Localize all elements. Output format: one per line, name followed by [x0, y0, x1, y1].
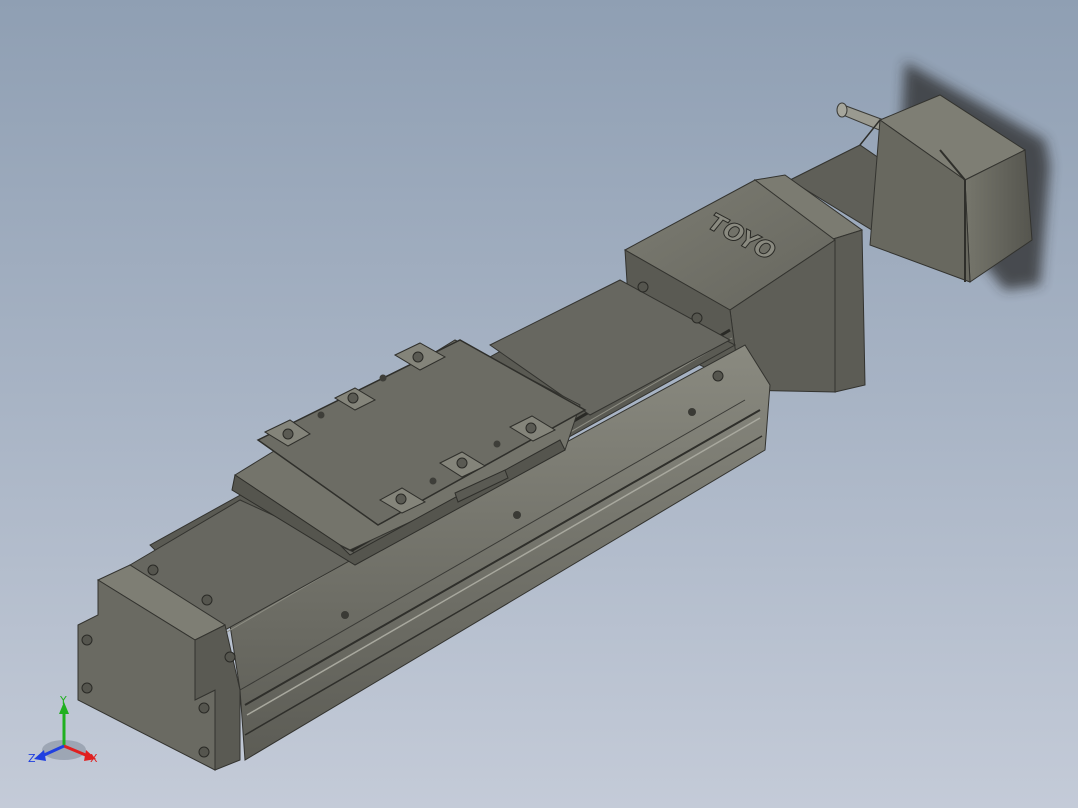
- mount-hole: [525, 422, 537, 434]
- mount-hole: [456, 457, 468, 469]
- linear-actuator-model[interactable]: TOYO: [0, 0, 1078, 808]
- 3d-viewport[interactable]: TOYO Y X Z: [0, 0, 1078, 808]
- mount-hole: [347, 392, 359, 404]
- x-axis-label: X: [90, 752, 98, 765]
- side-hole: [688, 408, 696, 416]
- mount-hole: [282, 428, 294, 440]
- z-axis-arrow: [34, 750, 46, 761]
- side-hole: [513, 511, 521, 519]
- y-axis-label: Y: [59, 694, 67, 707]
- mount-hole: [412, 351, 424, 363]
- mount-hole: [395, 493, 407, 505]
- orientation-triad: Y X Z: [28, 694, 98, 765]
- z-axis-label: Z: [28, 752, 36, 765]
- side-hole: [341, 611, 349, 619]
